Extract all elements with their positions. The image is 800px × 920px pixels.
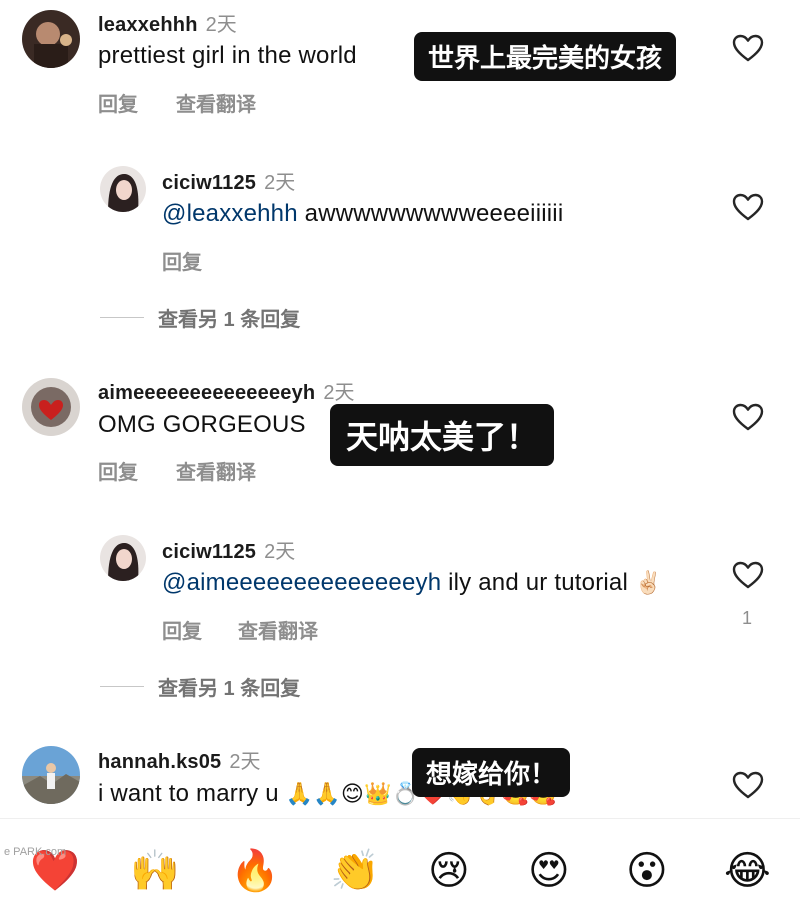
avatar[interactable] — [100, 166, 146, 212]
victory-hand-emoji: ✌🏻 — [634, 571, 663, 596]
see-translation-button[interactable]: 查看翻译 — [176, 88, 256, 117]
see-translation-button[interactable]: 查看翻译 — [238, 615, 318, 644]
subtitle-caption: 天呐太美了！ — [330, 404, 555, 466]
reply-button[interactable]: 回复 — [162, 615, 202, 644]
username[interactable]: ciciw1125 — [162, 541, 256, 563]
reply-button[interactable]: 回复 — [98, 456, 138, 485]
quick-reaction-bar: ❤️ 🙌 🔥 👏 😢 😍 😮 😂 — [0, 818, 800, 920]
comment-text: OMG GORGEOUS — [98, 411, 306, 438]
comment-text: i want to marry u — [98, 780, 286, 807]
avatar[interactable] — [22, 10, 80, 68]
username[interactable]: leaxxehhh — [98, 14, 198, 36]
avatar[interactable] — [100, 535, 146, 581]
crying-face-emoji-button[interactable]: 😢 — [428, 847, 470, 895]
comment-time: 2天 — [264, 541, 296, 563]
see-translation-button[interactable]: 查看翻译 — [176, 456, 256, 485]
subtitle-caption: 想嫁给你！ — [412, 748, 571, 797]
mention-link[interactable]: @aimeeeeeeeeeeeeeeyh — [162, 569, 441, 596]
comment-text: prettiest girl in the world — [98, 42, 357, 69]
view-more-replies-label: 查看另 1 条回复 — [158, 678, 301, 700]
username[interactable]: ciciw1125 — [162, 172, 256, 194]
comment-time: 2天 — [323, 382, 355, 404]
subtitle-caption: 世界上最完美的女孩 — [414, 32, 677, 81]
avatar[interactable] — [22, 378, 80, 436]
divider — [100, 317, 144, 318]
reply-text: awwwwwwwwweeeeiiiiii — [297, 200, 564, 227]
watermark-logo: e PARK.com — [4, 846, 67, 858]
surprised-face-emoji-button[interactable]: 😮 — [626, 847, 668, 895]
heart-eyes-emoji-button[interactable]: 😍 — [528, 847, 570, 895]
clapping-hands-emoji-button[interactable]: 👏 — [330, 847, 380, 895]
raising-hands-emoji-button[interactable]: 🙌 — [130, 847, 180, 895]
tears-of-joy-emoji-button[interactable]: 😂 — [724, 847, 771, 895]
view-more-replies-label: 查看另 1 条回复 — [158, 309, 301, 331]
reply-button[interactable]: 回复 — [98, 88, 138, 117]
reply-text-line: @leaxxehhh awwwwwwwwweeeeiiiiii — [162, 200, 563, 228]
comment-time: 2天 — [229, 751, 261, 773]
divider — [100, 686, 144, 687]
avatar[interactable] — [22, 746, 80, 804]
heart-outline-icon[interactable] — [732, 402, 764, 432]
fire-emoji-button[interactable]: 🔥 — [230, 847, 280, 895]
username[interactable]: hannah.ks05 — [98, 751, 221, 773]
heart-outline-icon[interactable] — [732, 33, 764, 63]
comment-time: 2天 — [264, 172, 296, 194]
heart-outline-icon[interactable] — [732, 560, 764, 590]
like-count: 1 — [742, 608, 753, 628]
view-more-replies-button[interactable]: 查看另 1 条回复 — [100, 303, 300, 332]
username[interactable]: aimeeeeeeeeeeeeeeyh — [98, 382, 315, 404]
heart-outline-icon[interactable] — [732, 770, 764, 800]
reply-text: ily and ur tutorial — [441, 569, 635, 596]
view-more-replies-button[interactable]: 查看另 1 条回复 — [100, 672, 300, 701]
comment-time: 2天 — [205, 14, 237, 36]
heart-outline-icon[interactable] — [732, 192, 764, 222]
reply-button[interactable]: 回复 — [162, 246, 202, 275]
reply-text-line: @aimeeeeeeeeeeeeeeyh ily and ur tutorial… — [162, 569, 662, 597]
mention-link[interactable]: @leaxxehhh — [162, 200, 298, 227]
